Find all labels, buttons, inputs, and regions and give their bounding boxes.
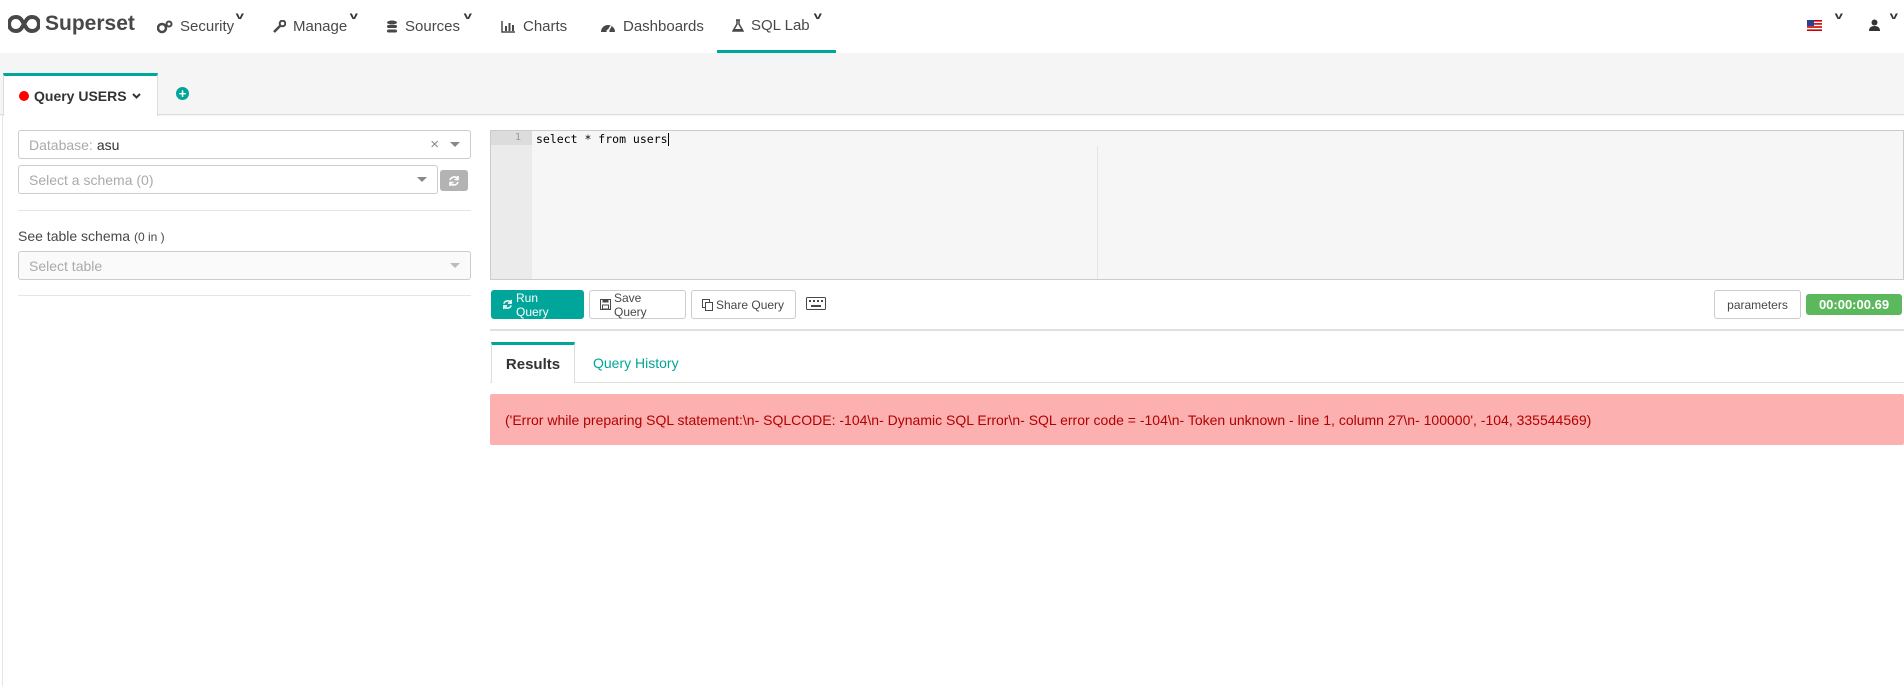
language-chevron-down-icon[interactable]: v (1835, 11, 1843, 22)
save-query-label: Save Query (614, 290, 647, 319)
refresh-icon (449, 175, 459, 186)
table-schema-label: See table schema (18, 228, 131, 244)
tab-bar-divider (0, 114, 1904, 115)
tab-query-users[interactable]: Query USERS (3, 73, 158, 116)
flask-icon (732, 18, 744, 32)
divider (18, 210, 471, 211)
brand-name: Superset (45, 12, 135, 35)
keyboard-icon[interactable] (806, 297, 826, 313)
code-line[interactable]: select * from users (536, 132, 669, 146)
active-line-gutter (491, 131, 532, 145)
table-schema-count: (0 in ) (133, 230, 165, 244)
nav-dashboards[interactable]: Dashboards (600, 0, 704, 53)
table-schema-heading: See table schema (0 in ) (18, 228, 165, 244)
manage-chevron-down-icon[interactable]: v (350, 11, 358, 22)
nav-sql-lab-label: SQL Lab (751, 16, 810, 34)
sql-editor[interactable]: 1 select * from users (490, 130, 1904, 280)
print-margin (1097, 146, 1098, 279)
add-tab-icon[interactable]: + (176, 87, 189, 100)
nav-sources[interactable]: Sources (386, 0, 460, 53)
user-chevron-down-icon[interactable]: v (1890, 11, 1898, 22)
us-flag-icon[interactable] (1807, 18, 1822, 31)
run-query-label: Run Query (516, 290, 549, 319)
nav-sources-label: Sources (405, 18, 461, 35)
nav-security-label: Security (180, 18, 235, 35)
tab-results[interactable]: Results (491, 342, 575, 383)
nav-charts-label: Charts (523, 18, 568, 35)
save-icon (600, 299, 611, 310)
schema-select[interactable]: Select a schema (0) (18, 165, 438, 194)
database-icon (386, 20, 398, 34)
left-border (2, 116, 3, 686)
query-tab-label: Query USERS (34, 88, 127, 104)
nav-charts[interactable]: Charts (501, 0, 567, 53)
chevron-down-icon[interactable] (131, 93, 141, 99)
navbar: Superset Security v Manage v Sources v C… (0, 0, 1904, 53)
wrench-icon (273, 20, 286, 33)
status-dot-icon (19, 91, 29, 101)
database-prefix: Database: (29, 136, 93, 153)
tab-results-label: Results (505, 355, 561, 373)
database-select[interactable]: Database: asu × (18, 130, 471, 159)
sql-lab-chevron-down-icon[interactable]: v (814, 11, 822, 22)
dropdown-arrow-icon[interactable] (450, 142, 460, 147)
parameters-label: parameters (1727, 297, 1788, 312)
share-query-button[interactable]: Share Query (691, 290, 796, 319)
sql-text: select * from users (536, 132, 668, 146)
nav-manage[interactable]: Manage (273, 0, 347, 53)
nav-sql-lab[interactable]: SQL Lab (717, 0, 836, 53)
copy-icon (702, 298, 713, 311)
nav-dashboards-label: Dashboards (623, 18, 704, 35)
query-tab-bar (0, 53, 1904, 116)
security-chevron-down-icon[interactable]: v (236, 11, 244, 22)
editor-gutter (491, 131, 532, 279)
bar-chart-icon (501, 20, 516, 33)
results-tabs-line (490, 382, 1904, 383)
nav-manage-label: Manage (293, 18, 348, 35)
user-icon[interactable] (1869, 18, 1880, 34)
schema-placeholder: Select a schema (0) (29, 171, 154, 188)
table-placeholder: Select table (29, 257, 103, 274)
tab-query-history-label: Query History (593, 355, 679, 371)
error-alert: ('Error while preparing SQL statement:\n… (490, 394, 1904, 445)
brand[interactable]: Superset (8, 12, 135, 36)
dropdown-arrow-icon[interactable] (450, 263, 460, 268)
superset-logo-icon (8, 14, 40, 34)
clear-icon[interactable]: × (430, 136, 439, 153)
error-message: ('Error while preparing SQL statement:\n… (505, 411, 1592, 428)
query-timer: 00:00:00.69 (1806, 294, 1902, 315)
gears-icon (157, 20, 173, 34)
sources-chevron-down-icon[interactable]: v (464, 11, 472, 22)
refresh-schema-button[interactable] (440, 170, 468, 191)
divider (18, 295, 471, 296)
text-cursor (667, 133, 669, 146)
run-query-button[interactable]: Run Query (491, 290, 584, 319)
tab-query-history[interactable]: Query History (593, 355, 679, 371)
table-select[interactable]: Select table (18, 251, 471, 280)
refresh-icon (502, 299, 513, 310)
database-value: asu (96, 136, 120, 153)
dropdown-arrow-icon[interactable] (417, 177, 427, 182)
editor-results-divider (490, 329, 1904, 331)
share-query-label: Share Query (716, 297, 785, 312)
parameters-button[interactable]: parameters (1714, 290, 1801, 319)
save-query-button[interactable]: Save Query (589, 290, 686, 319)
line-number: 1 (515, 132, 522, 143)
dashboard-icon (600, 21, 616, 33)
nav-security[interactable]: Security (157, 0, 234, 53)
